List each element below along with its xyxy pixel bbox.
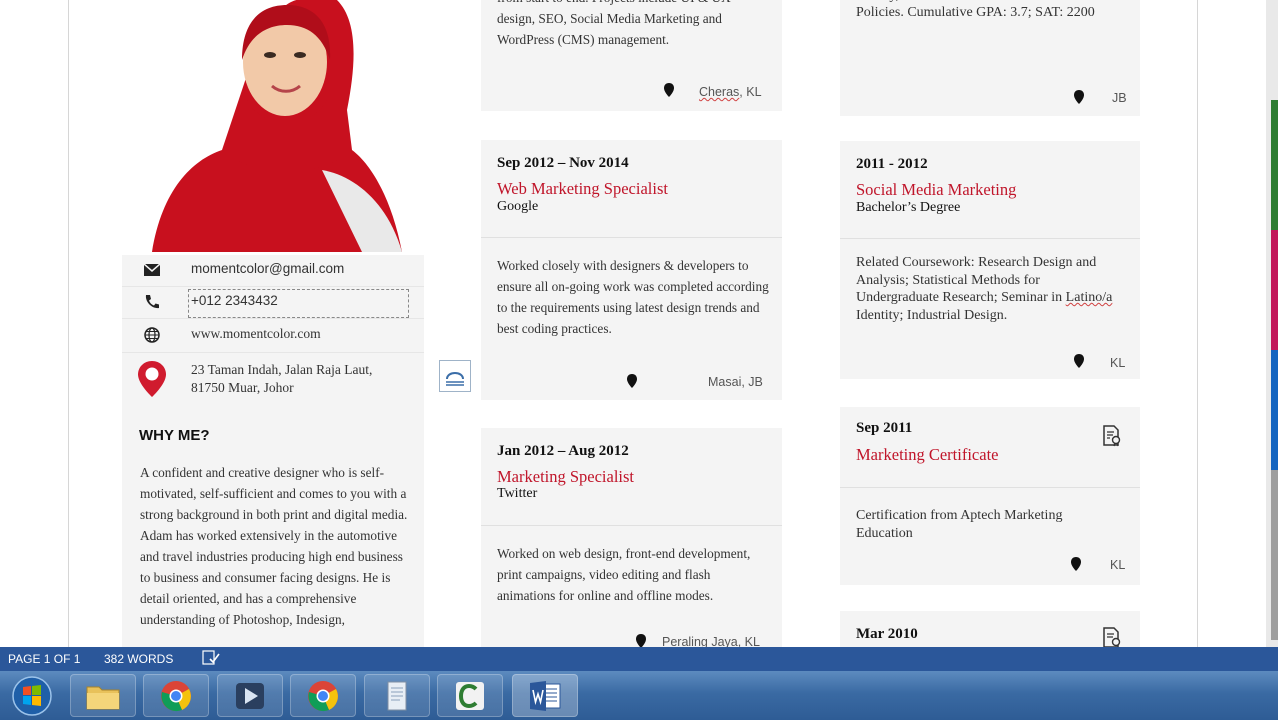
start-orb-icon[interactable]: [8, 674, 56, 717]
education-location: JB: [1112, 91, 1127, 105]
why-me-heading: WHY ME?: [139, 427, 210, 444]
background-window-strip: [1266, 0, 1278, 647]
page-edge-left: [68, 0, 69, 647]
education-location: KL: [1110, 558, 1126, 572]
camtasia-icon[interactable]: [437, 674, 503, 717]
layout-options-icon: [446, 372, 464, 386]
experience-company: Google: [497, 199, 539, 214]
experience-title: Web Marketing Specialist: [497, 179, 668, 198]
windows-taskbar: [0, 671, 1278, 720]
website-text: www.momentcolor.com: [191, 326, 321, 341]
location-pin-icon: [627, 374, 637, 388]
education-card-1: Theory, International Trade and Commerci…: [840, 0, 1140, 116]
education-title: Marketing Certificate: [856, 445, 999, 464]
education-card-2: 2011 - 2012 Social Media Marketing Bache…: [840, 141, 1140, 379]
proofing-icon[interactable]: [202, 650, 220, 669]
education-title: Social Media Marketing: [856, 180, 1017, 199]
education-card-3: Sep 2011 Marketing Certificate Certifica…: [840, 407, 1140, 585]
file-explorer-icon[interactable]: [70, 674, 136, 717]
experience-location: Cheras, KL: [699, 85, 762, 99]
experience-desc: Worked closely with designers & develope…: [497, 258, 769, 336]
education-date: Sep 2011: [856, 420, 913, 436]
textbox-selection-frame[interactable]: [188, 289, 409, 318]
education-location: KL: [1110, 356, 1126, 370]
experience-desc: from start to end. Projects include UI &…: [497, 0, 731, 47]
contact-phone-row: +012 2343432: [122, 287, 424, 319]
map-pin-icon: [138, 361, 166, 397]
experience-card-1: from start to end. Projects include UI &…: [481, 0, 782, 111]
notepad-icon[interactable]: [364, 674, 430, 717]
certificate-icon: [1103, 627, 1121, 647]
chrome-icon[interactable]: [290, 674, 356, 717]
location-pin-icon: [1074, 354, 1084, 368]
page-count[interactable]: PAGE 1 OF 1: [8, 652, 80, 666]
experience-desc: Worked on web design, front-end developm…: [497, 546, 751, 603]
chrome-icon[interactable]: [143, 674, 209, 717]
education-desc: Theory, International Trade and Commerci…: [856, 0, 1106, 20]
contact-email-row: momentcolor@gmail.com: [122, 255, 424, 287]
experience-date: Jan 2012 – Aug 2012: [497, 443, 629, 459]
location-pin-icon: [636, 634, 646, 648]
contact-address-row: 23 Taman Indah, Jalan Raja Laut, 81750 M…: [122, 353, 424, 413]
education-date: 2011 - 2012: [856, 156, 928, 172]
education-desc: Related Coursework: Research Design and …: [856, 255, 1113, 323]
word-status-bar: PAGE 1 OF 1 382 WORDS: [0, 647, 1278, 671]
education-desc: Certification from Aptech Marketing Educ…: [856, 508, 1063, 541]
why-me-body: A confident and creative designer who is…: [140, 465, 408, 627]
contact-website-row: www.momentcolor.com: [122, 319, 424, 353]
media-player-icon[interactable]: [217, 674, 283, 717]
card-divider: [840, 487, 1140, 488]
email-text: momentcolor@gmail.com: [191, 261, 345, 276]
location-pin-icon: [1074, 90, 1084, 104]
phone-icon: [142, 292, 162, 312]
experience-date: Sep 2012 – Nov 2014: [497, 155, 629, 171]
experience-location: Masai, JB: [708, 375, 763, 389]
card-divider: [840, 238, 1140, 239]
card-divider: [481, 525, 782, 526]
profile-photo: [122, 0, 424, 252]
page-edge-right: [1197, 0, 1198, 647]
certificate-icon: [1103, 425, 1121, 447]
word-count[interactable]: 382 WORDS: [104, 652, 173, 666]
envelope-icon: [142, 260, 162, 280]
card-divider: [481, 237, 782, 238]
education-date: Mar 2010: [856, 626, 918, 642]
experience-title: Marketing Specialist: [497, 467, 635, 486]
experience-company: Twitter: [497, 486, 538, 501]
location-pin-icon: [664, 83, 674, 97]
layout-options-button[interactable]: [439, 360, 471, 392]
experience-card-3: Jan 2012 – Aug 2012 Marketing Specialist…: [481, 428, 782, 649]
education-card-4: Mar 2010: [840, 611, 1140, 647]
address-line-1: 23 Taman Indah, Jalan Raja Laut,: [191, 362, 373, 377]
education-degree: Bachelor’s Degree: [856, 200, 961, 215]
experience-card-2: Sep 2012 – Nov 2014 Web Marketing Specia…: [481, 140, 782, 400]
why-me-section: WHY ME? A confident and creative designe…: [122, 412, 424, 647]
location-pin-icon: [1071, 557, 1081, 571]
address-line-2: 81750 Muar, Johor: [191, 380, 294, 395]
globe-icon: [142, 325, 162, 345]
word-icon[interactable]: [512, 674, 578, 717]
